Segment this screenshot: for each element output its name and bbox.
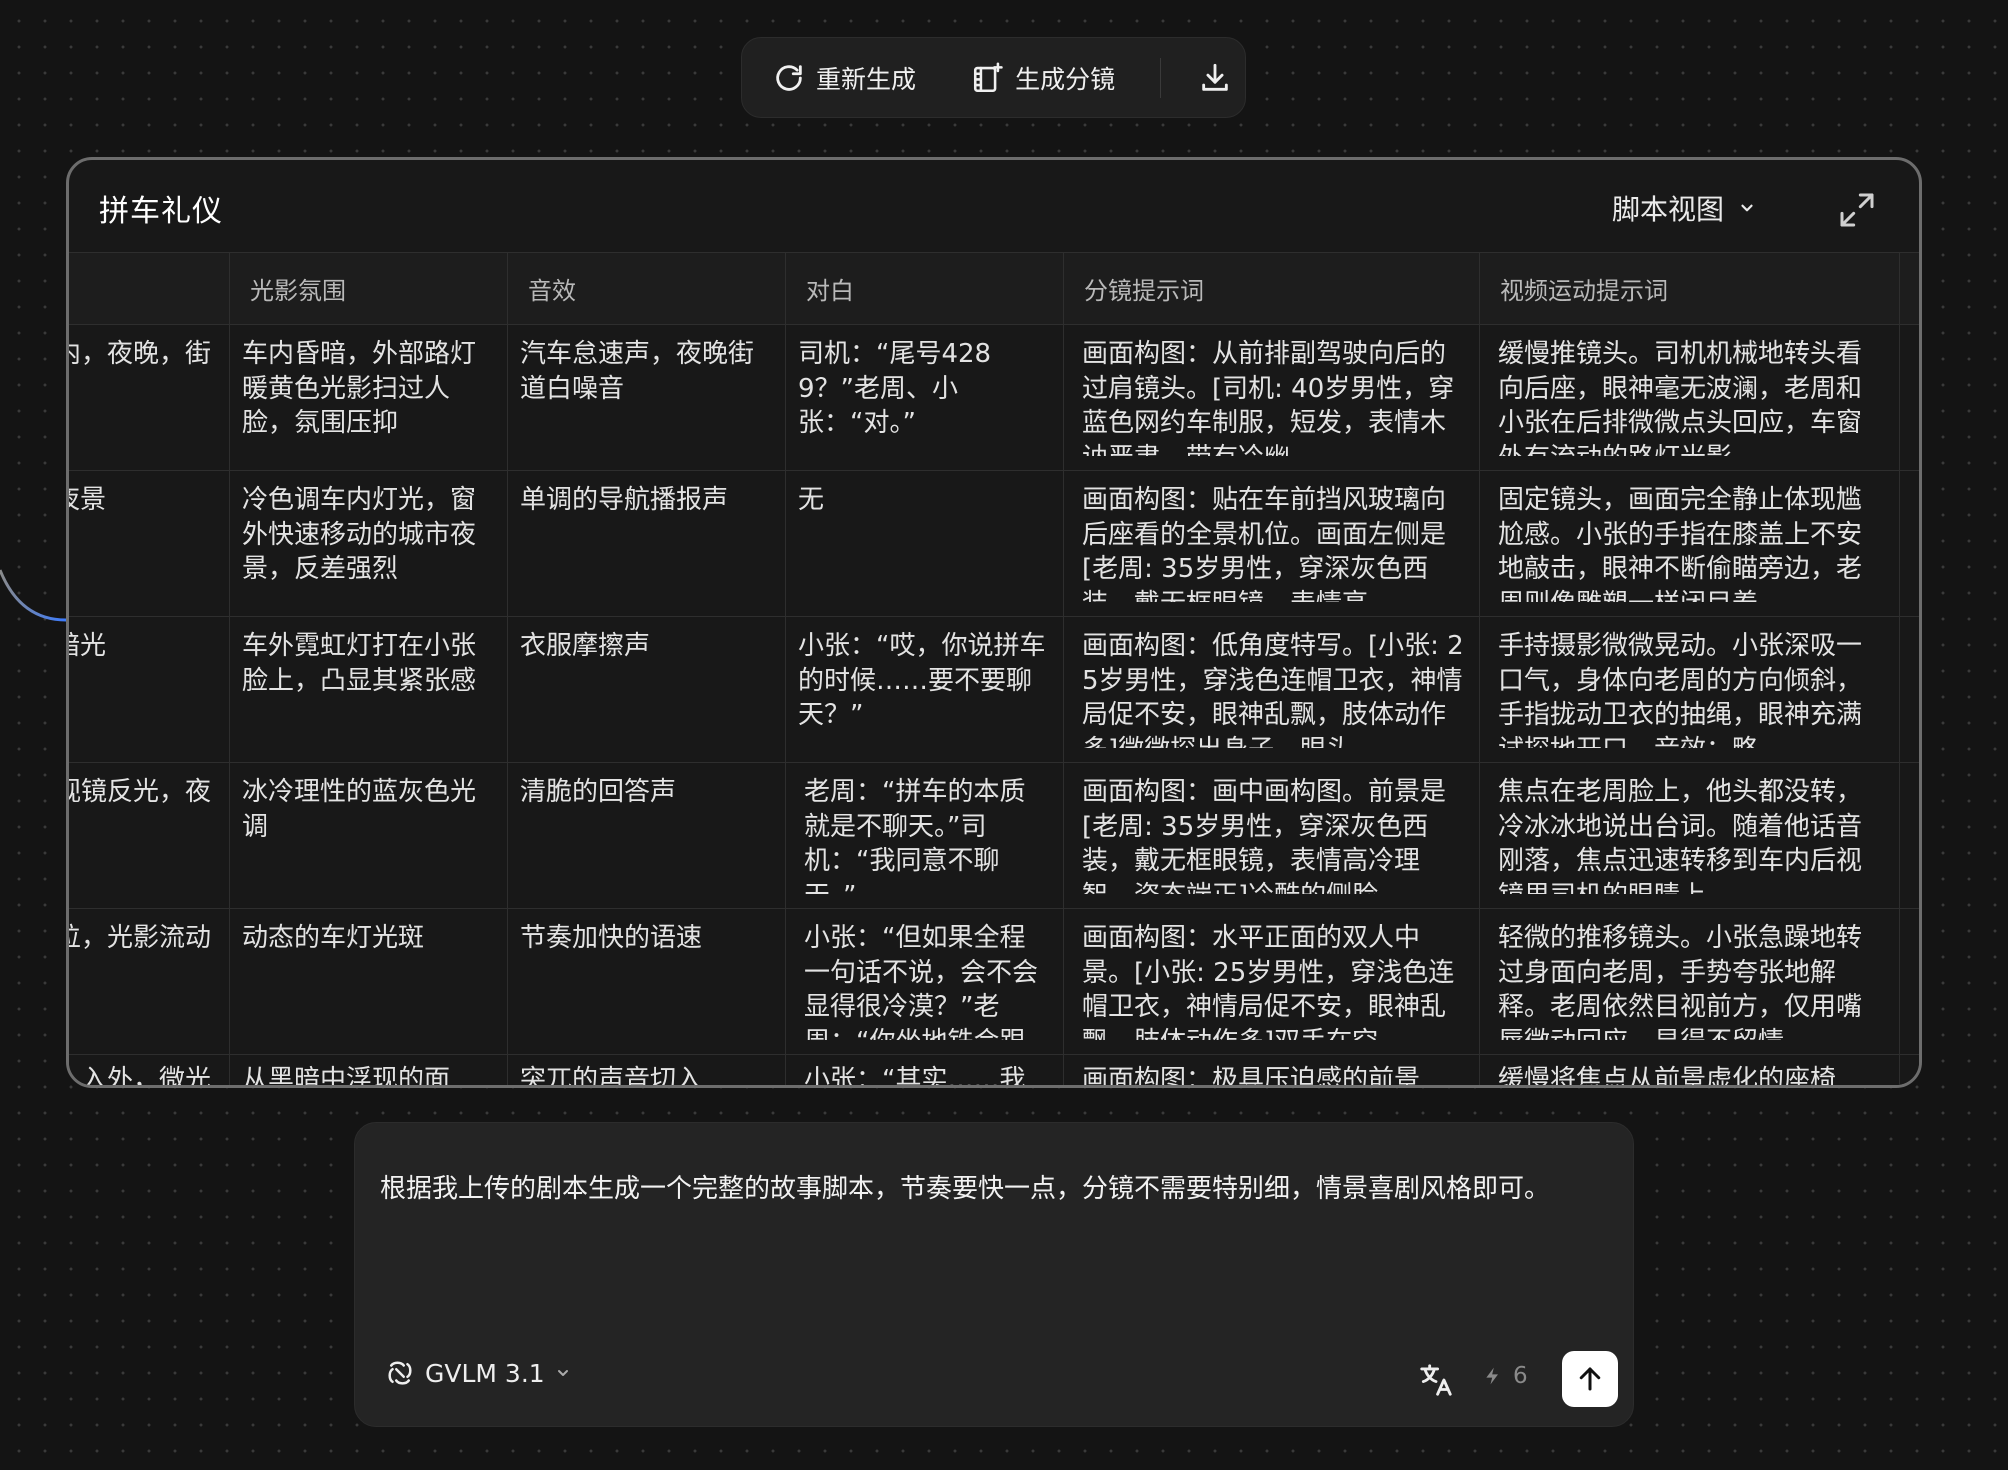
toolbar-divider (1160, 57, 1162, 98)
top-toolbar: 重新生成 生成分镜 (741, 37, 1246, 118)
cell-sound: 衣服摩擦声 (520, 631, 651, 661)
model-selector[interactable]: GVLM 3.1 (385, 1358, 571, 1388)
cell-motion-prompt: 焦点在老周脸上，他头都没转，冷冰冰地说出台词。随着他话音刚落，焦点迅速转移到车内… (1498, 777, 1863, 894)
translate-icon[interactable] (1417, 1361, 1455, 1399)
card-title: 拼车礼仪 (99, 194, 223, 229)
view-mode-label: 脚本视图 (1612, 193, 1725, 226)
cell-lighting: 车内昏暗，外部路灯暖黄色光影扫过人脸，氛围压抑 (242, 339, 477, 438)
table-row[interactable]: 入外，微光 从黑暗中浮现的面 突兀的声音切入 小张：“其实……我 画面构图：极具… (69, 1054, 1919, 1085)
table-header-row: 签 光影氛围 音效 对白 分镜提示词 视频运动提示词 (69, 252, 1919, 325)
download-button[interactable] (1185, 48, 1245, 108)
cell-lighting: 动态的车灯光斑 (242, 923, 425, 953)
script-table-scroll[interactable]: 签 光影氛围 音效 对白 分镜提示词 视频运动提示词 内，夜晚，街 车内昏暗，外… (69, 252, 1919, 1085)
cell-extra (1900, 909, 1919, 1040)
cell-extra (1900, 325, 1919, 456)
column-header-storyboard-prompt: 分镜提示词 (1063, 252, 1480, 325)
column-header-motion-prompt: 视频运动提示词 (1479, 252, 1900, 325)
storyboard-label: 生成分镜 (1015, 64, 1116, 94)
cell-motion-prompt: 固定镜头，画面完全静止体现尴尬感。小张的手指在膝盖上不安地敲击，眼神不断偷瞄旁边… (1498, 485, 1863, 602)
download-icon (1202, 63, 1228, 91)
cell-tag: 内，夜晚，街 (69, 339, 211, 369)
script-card: 拼车礼仪 脚本视图 签 光影氛围 音效 对白 (66, 157, 1922, 1088)
cell-storyboard-prompt: 画面构图：贴在车前挡风玻璃向后座看的全景机位。画面左侧是[老周: 35岁男性，穿… (1082, 485, 1447, 602)
lightning-icon (1486, 1367, 1498, 1385)
arrow-up-icon (1579, 1367, 1601, 1391)
storyboard-sparkle-icon (974, 62, 1003, 92)
cell-motion-prompt: 手持摄影微微晃动。小张深吸一口气，身体向老周的方向倾斜，手指拢动卫衣的抽绳，眼神… (1498, 631, 1863, 748)
regenerate-label: 重新生成 (816, 64, 917, 94)
column-header-sound: 音效 (507, 252, 786, 325)
prompt-box[interactable]: 根据我上传的剧本生成一个完整的故事脚本，节奏要快一点，分镜不需要特别细，情景喜剧… (354, 1122, 1634, 1427)
table-row[interactable]: 视镜反光，夜 冰冷理性的蓝灰色光调 清脆的回答声 老周：“拼车的本质就是不聊天。… (69, 762, 1919, 909)
cell-lighting: 从黑暗中浮现的面 (242, 1065, 451, 1085)
model-logo-icon (388, 1361, 412, 1385)
cell-storyboard-prompt: 画面构图：极具压迫感的前景 (1082, 1065, 1421, 1085)
column-header-extra (1899, 252, 1919, 325)
cell-tag: 位，光影流动 (69, 923, 211, 953)
chevron-down-icon (1741, 204, 1753, 212)
cell-lighting: 车外霓虹灯打在小张脸上，凸显其紧张感 (242, 631, 477, 696)
cell-sound: 汽车怠速声，夜晚街道白噪音 (520, 339, 755, 404)
table-row[interactable]: 间，夜景 冷色调车内灯光，窗外快速移动的城市夜景，反差强烈 单调的导航播报声 无… (69, 470, 1919, 617)
cell-dialogue: 小张：“哎，你说拼车的时候……要不要聊天？” (798, 631, 1046, 730)
cell-storyboard-prompt: 画面构图：低角度特写。[小张: 25岁男性，穿浅色连帽卫衣，神情局促不安，眼神乱… (1082, 631, 1464, 748)
cell-extra (1900, 763, 1919, 894)
cell-sound: 节奏加快的语速 (520, 923, 703, 953)
refresh-icon (776, 64, 802, 91)
model-name: GVLM 3.1 (425, 1358, 545, 1388)
cell-tag: 间，夜景 (69, 485, 107, 515)
cell-storyboard-prompt: 画面构图：画中画构图。前景是[老周: 35岁男性，穿深灰色西装，戴无框眼镜，表情… (1082, 777, 1447, 894)
cell-dialogue: 小张：“其实……我 (804, 1065, 1026, 1085)
cell-lighting: 冷色调车内灯光，窗外快速移动的城市夜景，反差强烈 (242, 485, 477, 584)
cell-lighting: 冰冷理性的蓝灰色光调 (242, 777, 477, 842)
cell-storyboard-prompt: 画面构图：水平正面的双人中景。[小张: 25岁男性，穿浅色连帽卫衣，神情局促不安… (1082, 923, 1455, 1040)
prompt-input[interactable]: 根据我上传的剧本生成一个完整的故事脚本，节奏要快一点，分镜不需要特别细，情景喜剧… (380, 1165, 1600, 1214)
cell-dialogue: 司机：“尾号4289？”老周、小张：“对。” (798, 339, 992, 438)
table-row[interactable]: 内，夜晚，街 车内昏暗，外部路灯暖黄色光影扫过人脸，氛围压抑 汽车怠速声，夜晚街… (69, 324, 1919, 471)
cell-tag: 入外，微光 (80, 1065, 211, 1085)
cell-extra (1900, 617, 1919, 748)
cell-dialogue: 老周：“拼车的本质就是不聊天。”司机：“我同意不聊天。” (804, 777, 1026, 894)
cell-extra (1900, 471, 1919, 602)
expand-icon[interactable] (1837, 190, 1877, 230)
credits-indicator: 6 (1483, 1363, 1528, 1389)
table-row[interactable]: 位，光影流动 动态的车灯光斑 节奏加快的语速 小张：“但如果全程一句话不说，会不… (69, 908, 1919, 1055)
cell-motion-prompt: 缓慢将焦点从前景虚化的座椅 (1498, 1065, 1837, 1085)
cell-sound: 单调的导航播报声 (520, 485, 729, 515)
cell-sound: 清脆的回答声 (520, 777, 677, 807)
table-row[interactable]: 排，暗光 车外霓虹灯打在小张脸上，凸显其紧张感 衣服摩擦声 小张：“哎，你说拼车… (69, 616, 1919, 763)
cell-sound: 突兀的声音切入 (520, 1065, 703, 1085)
view-mode-dropdown[interactable]: 脚本视图 (1612, 188, 1756, 228)
cell-storyboard-prompt: 画面构图：从前排副驾驶向后的过肩镜头。[司机: 40岁男性，穿蓝色网约车制服，短… (1082, 339, 1455, 456)
regenerate-button[interactable]: 重新生成 (772, 48, 971, 108)
cell-tag: 视镜反光，夜 (69, 777, 211, 807)
script-table: 签 光影氛围 音效 对白 分镜提示词 视频运动提示词 内，夜晚，街 车内昏暗，外… (69, 252, 1919, 1085)
column-header-dialogue: 对白 (785, 252, 1064, 325)
cell-dialogue: 无 (798, 485, 825, 515)
cell-motion-prompt: 缓慢推镜头。司机机械地转头看向后座，眼神毫无波澜，老周和小张在后排微微点头回应，… (1498, 339, 1863, 456)
column-header-tag: 签 (69, 252, 230, 325)
send-button[interactable] (1562, 1351, 1618, 1407)
cell-extra (1900, 1055, 1919, 1085)
card-header: 拼车礼仪 脚本视图 (69, 160, 1919, 252)
credits-count: 6 (1513, 1363, 1528, 1389)
cell-dialogue: 小张：“但如果全程一句话不说，会不会显得很冷漠？”老周：“你坐地铁会跟 (804, 923, 1039, 1040)
generate-storyboard-button[interactable]: 生成分镜 (971, 48, 1160, 108)
column-header-lighting: 光影氛围 (229, 252, 508, 325)
cell-motion-prompt: 轻微的推移镜头。小张急躁地转过身面向老周，手势夸张地解释。老周依然目视前方，仅用… (1498, 923, 1863, 1040)
chevron-down-icon (557, 1370, 568, 1376)
cell-tag: 排，暗光 (69, 631, 107, 661)
